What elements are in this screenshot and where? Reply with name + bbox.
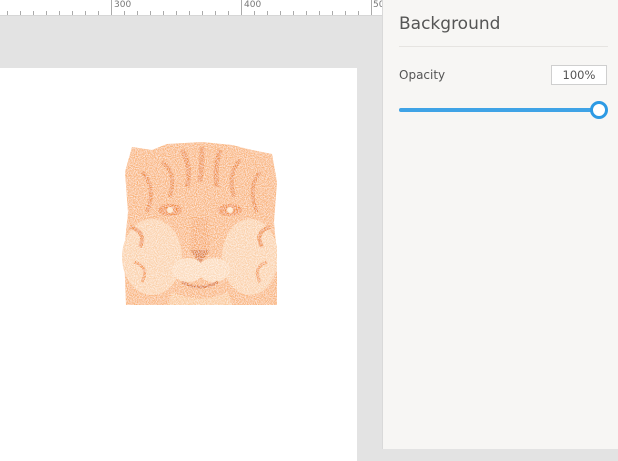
opacity-label: Opacity xyxy=(399,68,446,82)
artboard[interactable] xyxy=(0,68,357,461)
panel-divider xyxy=(399,46,608,47)
horizontal-ruler: 300 400 50 xyxy=(0,0,382,16)
opacity-input[interactable]: 100% xyxy=(551,65,607,85)
ruler-label-300: 300 xyxy=(114,0,132,10)
ruler-label-500: 50 xyxy=(373,0,382,10)
ruler-ticks xyxy=(7,0,372,15)
opacity-slider[interactable] xyxy=(399,101,608,119)
properties-panel: Background Opacity 100% xyxy=(382,0,618,449)
opacity-slider-thumb[interactable] xyxy=(590,101,608,119)
canvas-area[interactable] xyxy=(0,16,382,461)
ruler-label-400: 400 xyxy=(244,0,262,10)
tiger-image[interactable] xyxy=(122,142,277,305)
opacity-slider-fill xyxy=(399,108,599,112)
panel-title: Background xyxy=(399,14,501,34)
